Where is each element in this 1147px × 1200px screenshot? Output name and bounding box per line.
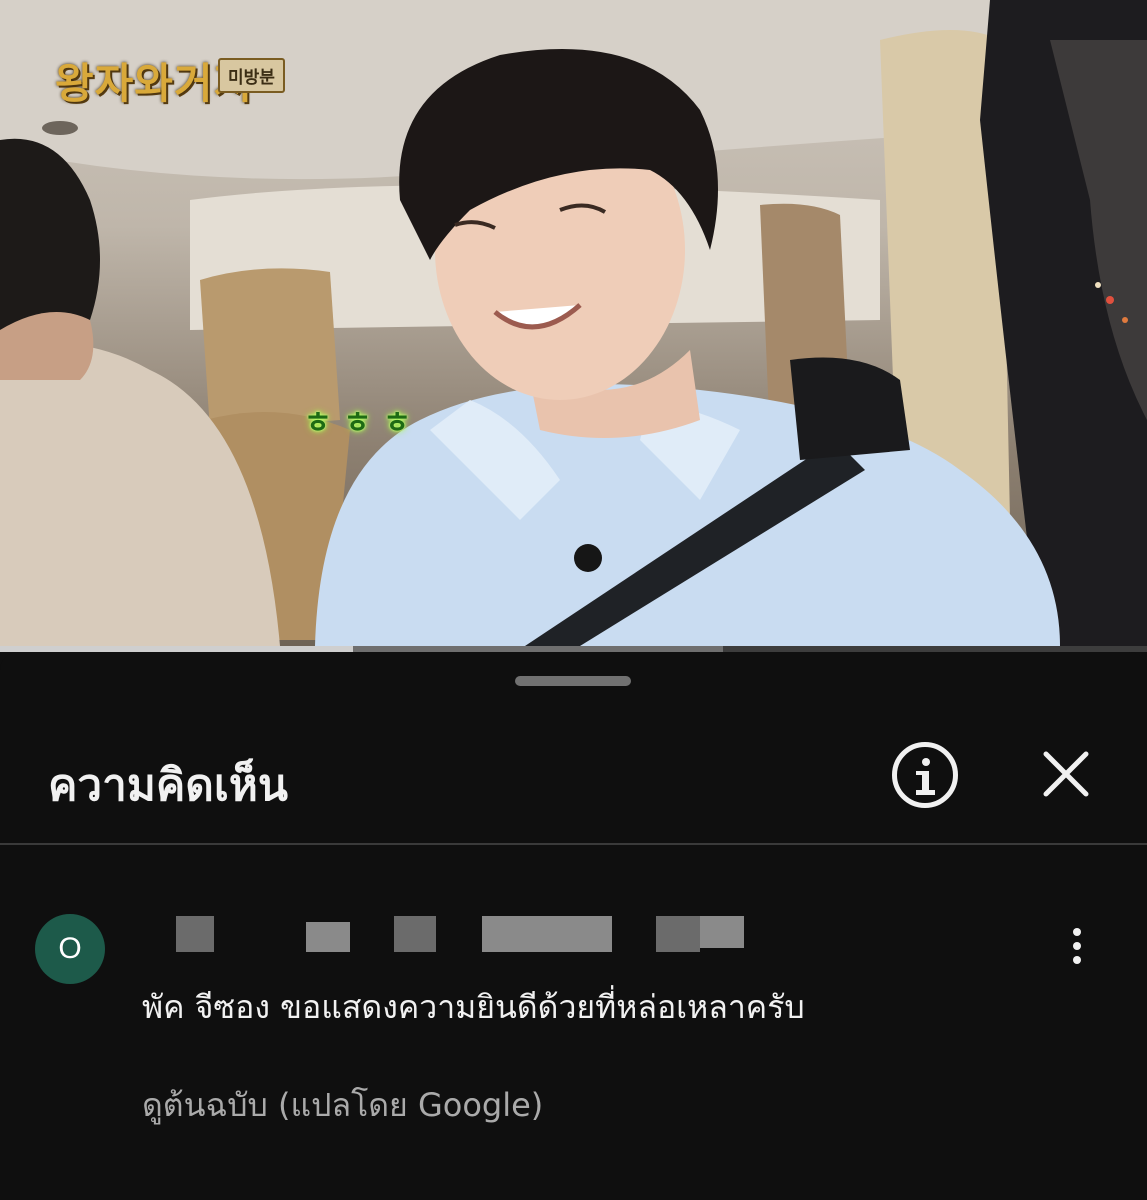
video-caption: ㅎㅎㅎ [304,406,423,441]
drag-handle[interactable] [515,676,631,686]
sheet-title: ความคิดเห็น [48,760,288,811]
more-vert-icon[interactable] [1064,928,1090,968]
see-original-link[interactable]: ดูต้นฉบับ (แปลโดย Google) [142,1080,543,1131]
comments-sheet: ความคิดเห็น O พัค จีซอง ขอแสดงความยินดีด… [0,652,1147,1200]
avatar[interactable]: O [35,914,105,984]
video-player[interactable]: 왕자와거지 미방분 ㅎㅎㅎ [0,0,1147,646]
divider [0,843,1147,845]
show-tag: 미방분 [218,58,285,93]
comment-text: พัค จีซอง ขอแสดงความยินดีด้วยที่หล่อเหลา… [142,988,805,1026]
close-icon[interactable] [1040,748,1092,800]
info-icon[interactable] [892,742,958,808]
